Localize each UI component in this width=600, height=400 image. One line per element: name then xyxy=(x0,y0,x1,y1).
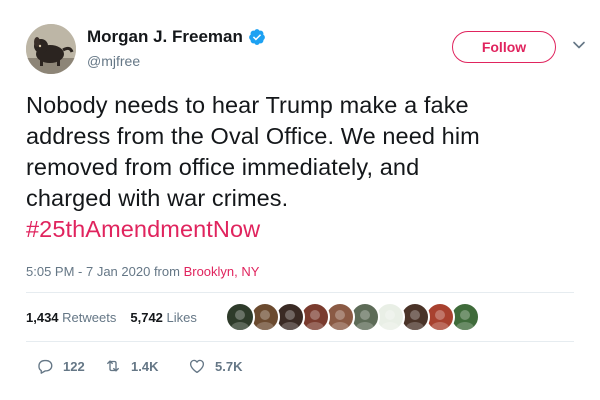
reply-count: 122 xyxy=(63,358,85,374)
tweet-time[interactable]: 5:05 PM xyxy=(26,264,74,279)
tweet-text-line: address from the Oval Office. We need hi… xyxy=(26,123,480,149)
likes-label: Likes xyxy=(166,310,197,325)
author-handle[interactable]: @mjfree xyxy=(87,53,140,69)
retweet-icon xyxy=(107,360,119,372)
tweet-timestamp: 5:05 PM - 7 Jan 2020 from Brooklyn, NY xyxy=(26,264,259,279)
tweet-date[interactable]: 7 Jan 2020 xyxy=(86,264,150,279)
heart-icon xyxy=(189,359,205,374)
likes-stat[interactable]: 5,742 Likes xyxy=(130,310,197,325)
follow-button[interactable]: Follow xyxy=(452,31,556,63)
author-name-row[interactable]: Morgan J. Freeman xyxy=(87,27,266,47)
tweet-action-bar: 122 1.4K 5.7K xyxy=(36,357,268,375)
like-button[interactable]: 5.7K xyxy=(188,357,268,375)
reply-button[interactable]: 122 xyxy=(36,357,104,375)
location-link[interactable]: Brooklyn, NY xyxy=(184,264,260,279)
reply-icon xyxy=(38,359,53,374)
tweet-text: Nobody needs to hear Trump make a fake a… xyxy=(26,90,586,245)
retweet-count: 1.4K xyxy=(131,358,159,374)
like-count: 5.7K xyxy=(215,358,243,374)
dog-photo-avatar-icon xyxy=(26,24,76,74)
author-avatar[interactable] xyxy=(26,24,76,74)
retweets-label: Retweets xyxy=(62,310,117,325)
tweet-text-line: Nobody needs to hear Trump make a fake xyxy=(26,92,469,118)
likes-count: 5,742 xyxy=(130,310,163,325)
retweet-button[interactable]: 1.4K xyxy=(104,357,188,375)
divider xyxy=(26,292,574,293)
meta-separator: - xyxy=(74,264,86,279)
tweet-text-line: charged with war crimes. xyxy=(26,185,289,211)
divider xyxy=(26,341,574,342)
author-display-name[interactable]: Morgan J. Freeman xyxy=(87,27,243,47)
retweets-stat[interactable]: 1,434 Retweets xyxy=(26,310,116,325)
tweet-stats: 1,434 Retweets 5,742 Likes xyxy=(26,310,197,325)
liker-avatar-1-icon[interactable] xyxy=(225,302,255,332)
tweet-text-line: removed from office immediately, and xyxy=(26,154,420,180)
tweet-card: Morgan J. Freeman @mjfree Follow Nobody … xyxy=(0,0,600,400)
retweets-count: 1,434 xyxy=(26,310,59,325)
meta-from-label: from xyxy=(150,264,184,279)
verified-badge-icon xyxy=(248,28,266,46)
chevron-down-icon[interactable] xyxy=(572,38,586,52)
hashtag-link[interactable]: #25thAmendmentNow xyxy=(26,214,586,245)
